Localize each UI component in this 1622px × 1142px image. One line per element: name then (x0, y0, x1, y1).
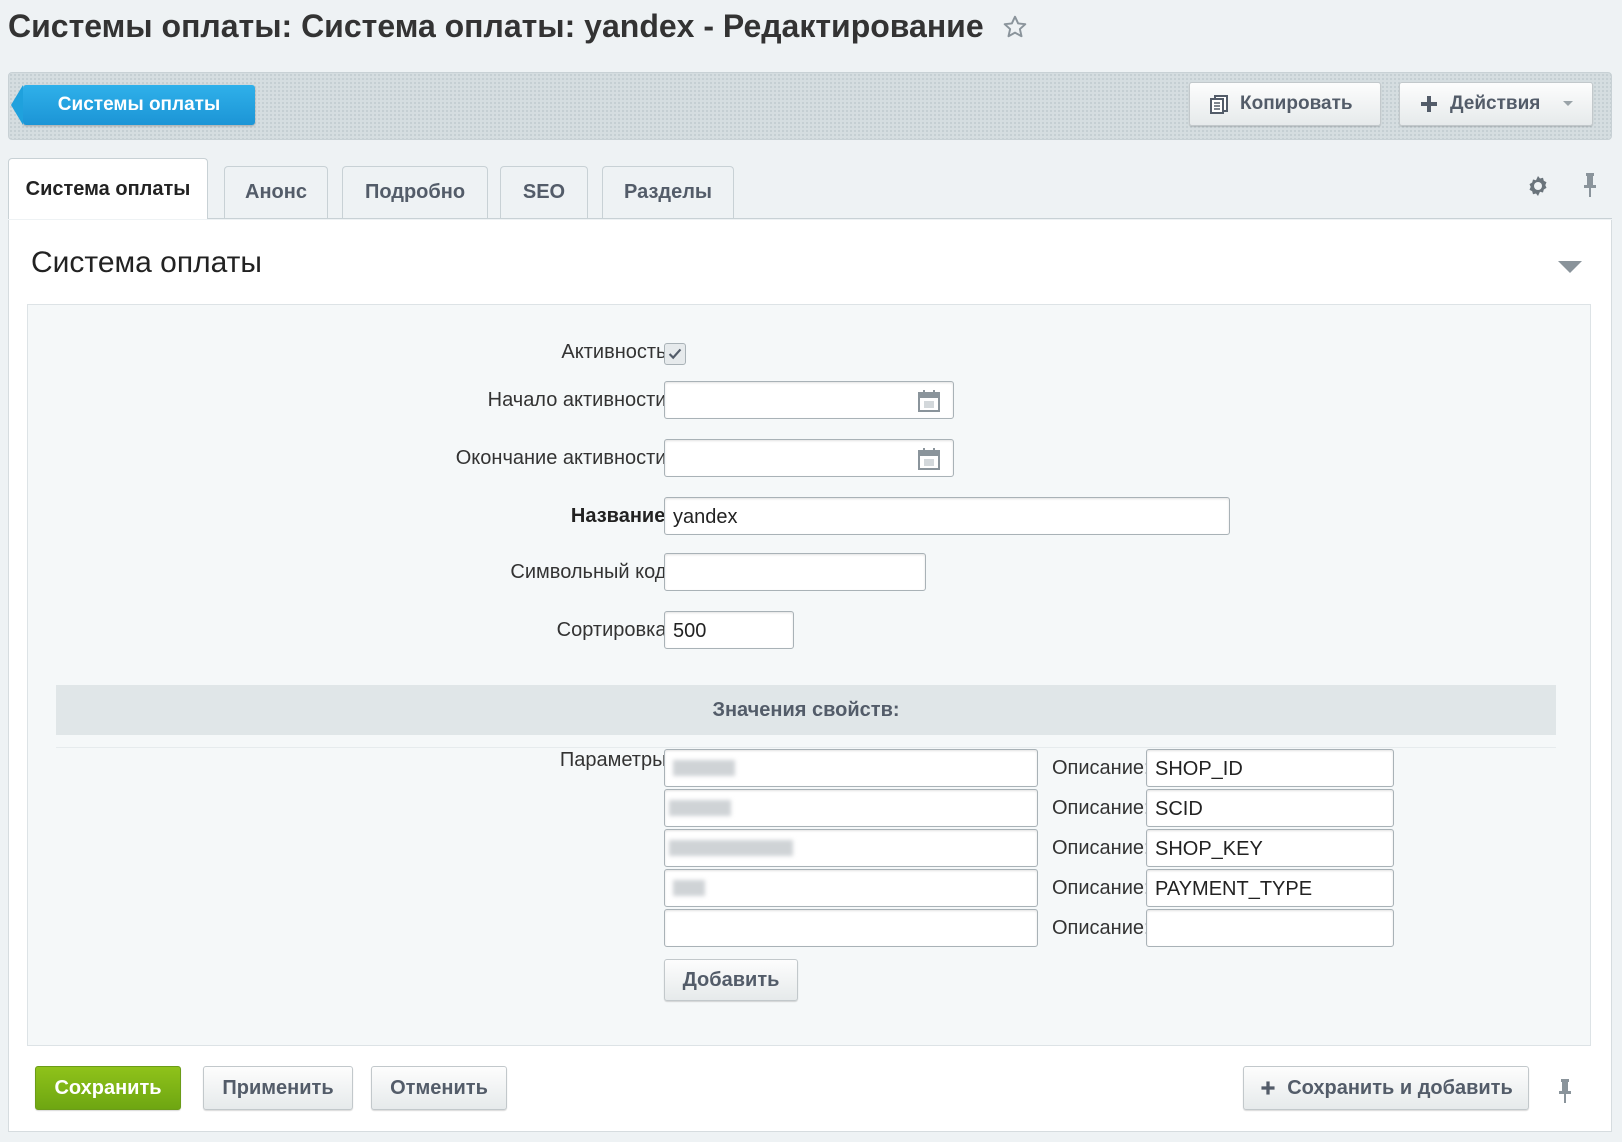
copy-button[interactable]: Копировать (1189, 82, 1381, 126)
sort-label: Сортировка: (556, 619, 672, 641)
tab-sections[interactable]: Разделы (602, 166, 734, 218)
redacted-value (669, 800, 731, 816)
description-label: Описание: (1052, 877, 1150, 899)
end-date-label: Окончание активности: (455, 447, 672, 469)
description-label: Описание: (1052, 797, 1150, 819)
star-icon[interactable] (1002, 14, 1028, 40)
cancel-button[interactable]: Отменить (371, 1066, 507, 1110)
tab-payment-system[interactable]: Система оплаты (8, 158, 208, 219)
tab-bar: Система оплаты Анонс Подробно SEO Раздел… (8, 156, 1612, 219)
calendar-icon[interactable] (917, 447, 941, 471)
start-date-input[interactable] (664, 381, 954, 419)
param-value-input[interactable] (664, 749, 1038, 787)
description-label: Описание: (1052, 917, 1150, 939)
copy-icon (1210, 95, 1228, 114)
active-checkbox[interactable] (664, 343, 686, 365)
add-param-button[interactable]: Добавить (664, 959, 798, 1001)
pin-icon[interactable] (1557, 1078, 1573, 1104)
chevron-down-icon (1563, 101, 1573, 106)
active-label: Активность: (561, 341, 672, 363)
description-label: Описание: (1052, 757, 1150, 779)
actions-button[interactable]: Действия (1399, 82, 1593, 126)
description-input[interactable]: SCID (1146, 789, 1394, 827)
collapse-icon[interactable] (1557, 260, 1583, 274)
param-value-input[interactable] (664, 789, 1038, 827)
tab-seo[interactable]: SEO (500, 166, 588, 218)
code-input[interactable] (664, 553, 926, 591)
tab-preview[interactable]: Анонс (224, 166, 328, 218)
edit-panel: Система оплаты Активность: Начало активн… (8, 220, 1612, 1132)
params-label: Параметры: (559, 749, 672, 771)
plus-icon (1261, 1081, 1275, 1095)
tab-details[interactable]: Подробно (342, 166, 488, 218)
section-title: Система оплаты (31, 246, 262, 279)
toolbar: Системы оплаты Копировать Действия (8, 72, 1612, 140)
description-input[interactable]: SHOP_ID (1146, 749, 1394, 787)
back-to-list-button[interactable]: Системы оплаты (11, 85, 255, 125)
divider (56, 747, 1556, 748)
description-input[interactable] (1146, 909, 1394, 947)
page-title-text: Системы оплаты: Система оплаты: yandex -… (8, 8, 984, 44)
pin-icon[interactable] (1582, 172, 1598, 198)
copy-button-label: Копировать (1240, 93, 1353, 114)
name-label: Название: (570, 505, 672, 527)
save-and-add-button[interactable]: Сохранить и добавить (1243, 1066, 1529, 1110)
description-input[interactable]: PAYMENT_TYPE (1146, 869, 1394, 907)
param-value-input[interactable] (664, 909, 1038, 947)
param-value-input[interactable] (664, 829, 1038, 867)
end-date-input[interactable] (664, 439, 954, 477)
redacted-value (669, 840, 793, 856)
redacted-value (673, 880, 705, 896)
plus-icon (1421, 96, 1437, 112)
save-and-add-label: Сохранить и добавить (1287, 1076, 1513, 1099)
form-area: Активность: Начало активности: Окончание… (27, 304, 1591, 1046)
save-button[interactable]: Сохранить (35, 1066, 181, 1110)
gear-icon[interactable] (1526, 174, 1550, 198)
code-label: Символьный код: (510, 561, 672, 583)
checkmark-icon (668, 348, 682, 360)
param-value-input[interactable] (664, 869, 1038, 907)
redacted-value (673, 760, 735, 776)
description-input[interactable]: SHOP_KEY (1146, 829, 1394, 867)
start-date-label: Начало активности: (487, 389, 672, 411)
properties-header: Значения свойств: (56, 685, 1556, 735)
calendar-icon[interactable] (917, 389, 941, 413)
actions-button-label: Действия (1450, 93, 1541, 114)
sort-input[interactable]: 500 (664, 611, 794, 649)
page-title: Системы оплаты: Система оплаты: yandex -… (8, 8, 1028, 45)
apply-button[interactable]: Применить (203, 1066, 353, 1110)
name-input[interactable]: yandex (664, 497, 1230, 535)
description-label: Описание: (1052, 837, 1150, 859)
